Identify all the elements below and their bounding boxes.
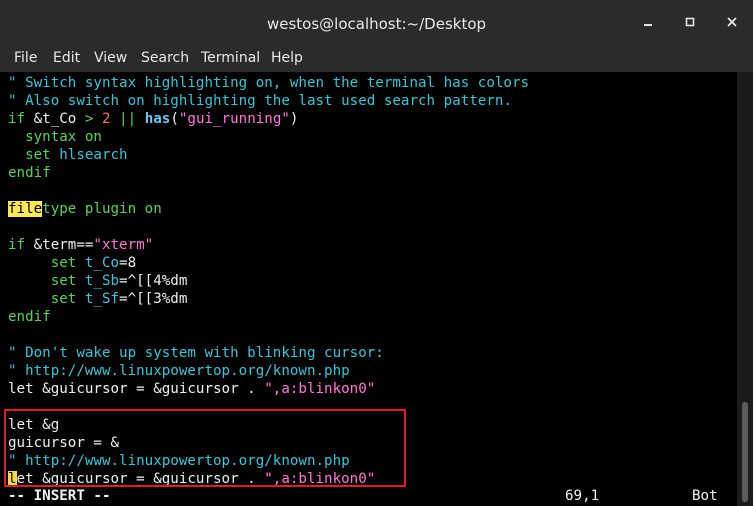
- keyword: on: [84, 129, 102, 145]
- search-highlight: file: [8, 201, 43, 217]
- keyword: if: [8, 237, 34, 253]
- minimize-icon[interactable]: [640, 14, 656, 30]
- comment-text: " Don't wake up system with blinking cur…: [8, 345, 384, 361]
- scrollbar[interactable]: [737, 72, 753, 506]
- annotation-box: [4, 409, 406, 487]
- menu-search[interactable]: Search: [141, 50, 189, 66]
- keyword: syntax: [8, 129, 85, 145]
- value: =^[[3%dm: [119, 291, 188, 307]
- code-line: set t_Co=8: [8, 254, 136, 272]
- menu-help[interactable]: Help: [271, 50, 303, 66]
- string: "xterm": [93, 237, 154, 253]
- menu-edit[interactable]: Edit: [53, 50, 80, 66]
- menu-file[interactable]: File: [14, 50, 37, 66]
- code-line: endif: [8, 309, 51, 325]
- number: 2: [101, 111, 111, 127]
- string: "gui_running": [178, 111, 290, 127]
- code-line: if &t_Co > 2 || has("gui_running"): [8, 110, 298, 128]
- paren: ): [289, 111, 299, 127]
- option-name: &t_Co: [33, 111, 77, 127]
- paren: (: [170, 111, 179, 127]
- code-line: " http://www.linuxpowertop.org/known.php: [8, 362, 350, 380]
- mode-indicator: -- INSERT --: [8, 488, 111, 504]
- comment-text: " Also switch on highlighting the last u…: [8, 93, 512, 109]
- option-name: t_Sb: [84, 273, 120, 289]
- function-name: has: [144, 111, 171, 127]
- code-line: syntax on: [8, 128, 102, 146]
- keyword: set: [8, 273, 85, 289]
- keyword: plugin on: [84, 201, 162, 217]
- keyword: set: [8, 255, 85, 271]
- status-line: -- INSERT -- 69,1 Bot: [8, 487, 733, 505]
- code-line: set t_Sf=^[[3%dm: [8, 290, 188, 308]
- menu-terminal[interactable]: Terminal: [201, 50, 260, 66]
- code-line: let &guicursor = &guicursor . ",a:blinko…: [8, 380, 375, 398]
- value: =^[[4%dm: [119, 273, 188, 289]
- option-name: t_Sf: [84, 291, 120, 307]
- operator: ||: [110, 111, 145, 127]
- code-line: " Don't wake up system with blinking cur…: [8, 344, 384, 362]
- title-bar[interactable]: westos@localhost:~/Desktop: [0, 0, 753, 46]
- option-name: &term==: [33, 237, 94, 253]
- keyword: type: [42, 201, 85, 217]
- cursor-position: 69,1: [565, 488, 600, 504]
- code-line: set hlsearch: [8, 146, 128, 164]
- operator: >: [76, 111, 102, 127]
- option-name: hlsearch: [59, 147, 128, 163]
- menu-view[interactable]: View: [94, 50, 127, 66]
- scrollbar-thumb[interactable]: [742, 402, 748, 502]
- comment-text: " http://www.linuxpowertop.org/known.php: [8, 363, 350, 379]
- close-icon[interactable]: [724, 14, 740, 30]
- code-line: filetype plugin on: [8, 200, 162, 218]
- maximize-icon[interactable]: [682, 14, 698, 30]
- keyword: if: [8, 111, 34, 127]
- comment-text: " Switch syntax highlighting on, when th…: [8, 75, 530, 91]
- code-line: " Switch syntax highlighting on, when th…: [8, 74, 529, 92]
- keyword: set: [8, 147, 60, 163]
- option-name: t_Co: [84, 255, 120, 271]
- keyword: set: [8, 291, 85, 307]
- code-line: if &term=="xterm": [8, 236, 153, 254]
- code-line: endif: [8, 165, 51, 181]
- code-text: let &guicursor = &guicursor .: [8, 381, 265, 397]
- string: ",a:blinkon0": [264, 381, 376, 397]
- menu-bar: File Edit View Search Terminal Help: [0, 46, 753, 72]
- code-line: set t_Sb=^[[4%dm: [8, 272, 188, 290]
- value: =8: [119, 255, 137, 271]
- scroll-indicator: Bot: [692, 488, 718, 504]
- terminal-window: westos@localhost:~/Desktop File Edit Vie…: [0, 0, 753, 506]
- code-line: " Also switch on highlighting the last u…: [8, 92, 512, 110]
